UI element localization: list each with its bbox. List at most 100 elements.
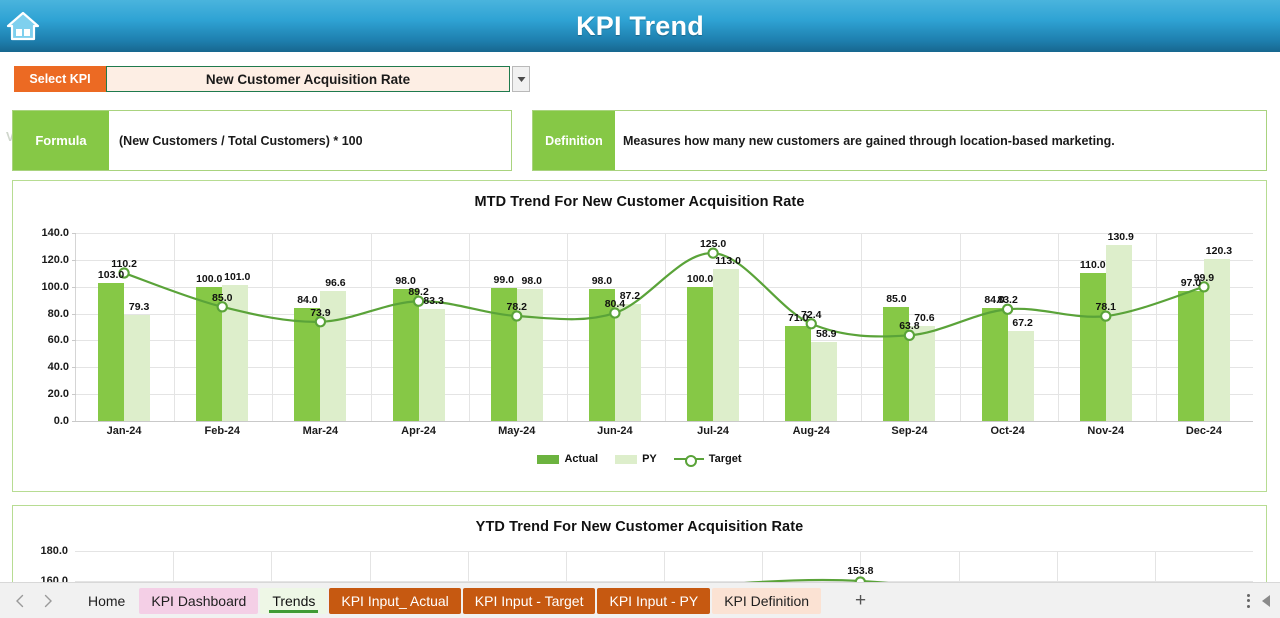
data-label-py: 67.2 (1012, 316, 1033, 329)
data-label-py: 98.0 (521, 275, 542, 288)
data-label-actual: 99.0 (493, 274, 514, 287)
data-label-actual: 110.0 (1079, 259, 1106, 272)
data-label-py: 96.6 (325, 277, 346, 290)
data-label-py: 120.3 (1205, 245, 1233, 258)
y-axis-tick-mark (72, 421, 76, 422)
data-label-target: 99.9 (1193, 271, 1215, 284)
select-kpi-control[interactable]: Select KPI New Customer Acquisition Rate (14, 66, 510, 92)
select-kpi-label: Select KPI (14, 66, 106, 92)
sheet-nav-arrows (14, 594, 54, 608)
data-label-target: 110.2 (111, 258, 137, 271)
y-axis-tick-label: 180.0 (40, 545, 68, 557)
x-axis-tick-label: Sep-24 (891, 425, 928, 437)
sheet-tab-kpi-input-py[interactable]: KPI Input - PY (597, 587, 711, 614)
data-label-py: 101.0 (224, 271, 251, 284)
mtd-chart-panel[interactable]: MTD Trend For New Customer Acquisition R… (12, 180, 1267, 492)
data-label-target: 73.9 (310, 306, 331, 319)
data-label-actual: 100.0 (196, 272, 223, 285)
ytd-chart-title: YTD Trend For New Customer Acquisition R… (475, 519, 804, 535)
tab-bar-right-controls (1247, 593, 1280, 608)
data-label-actual: 98.0 (591, 275, 613, 288)
x-axis-tick-label: Aug-24 (792, 425, 830, 437)
data-label-py: 130.9 (1107, 231, 1134, 244)
x-axis-tick-label: Jun-24 (597, 425, 633, 437)
y-axis-tick-label: 100.0 (41, 280, 69, 293)
formula-label: Formula (13, 111, 109, 170)
legend-swatch-actual (537, 454, 560, 464)
legend-item[interactable]: Target (673, 453, 742, 467)
add-sheet-button[interactable]: + (845, 591, 876, 610)
formula-value: (New Customers / Total Customers) * 100 (109, 111, 511, 170)
chevron-left-icon[interactable] (14, 594, 26, 608)
sheet-tab-kpi-dashboard[interactable]: KPI Dashboard (139, 587, 259, 614)
chevron-down-icon (517, 76, 525, 82)
mtd-chart-title: MTD Trend For New Customer Acquisition R… (474, 194, 805, 210)
kebab-menu-icon[interactable] (1247, 593, 1250, 608)
mtd-legend[interactable]: Actual PY Target (13, 453, 1266, 467)
y-axis-tick-label: 20.0 (47, 388, 69, 401)
data-label-actual: 85.0 (886, 292, 907, 305)
select-kpi-input[interactable]: New Customer Acquisition Rate (106, 66, 510, 92)
sheet-tab-kpi-definition[interactable]: KPI Definition (712, 587, 822, 614)
gridline (76, 421, 1253, 422)
home-button[interactable] (3, 3, 43, 49)
data-label-target: 78.1 (1095, 301, 1116, 314)
data-label-target: 85.0 (212, 291, 233, 304)
mtd-data-labels-layer: 103.0 79.3 110.2 100.0 101.0 85.0 84.0 96.6 73.9… (75, 231, 1253, 421)
y-axis-tick-label: 0.0 (53, 415, 69, 427)
y-axis-tick-label: 120.0 (41, 253, 69, 266)
legend-swatch-py (615, 454, 638, 464)
mtd-x-axis: Jan-24 Feb-24 Mar-24 Apr-24 May-24 Jun-24 Jul-… (75, 425, 1253, 443)
x-axis-tick-label: Mar-24 (302, 425, 339, 437)
ytd-chart-panel[interactable]: YTD Trend For New Customer Acquisition R… (12, 505, 1267, 585)
sheet-tab-kpi-input-actual[interactable]: KPI Input_ Actual (329, 587, 461, 614)
scroll-left-icon[interactable] (1262, 594, 1270, 607)
data-label-py: 79.3 (128, 300, 150, 313)
chevron-right-icon[interactable] (42, 594, 54, 608)
x-axis-tick-label: Dec-24 (1185, 425, 1222, 437)
data-label-actual: 84.0 (297, 294, 318, 307)
data-label-target: 78.2 (506, 300, 527, 313)
x-axis-tick-label: Feb-24 (204, 425, 240, 437)
data-label-target: 72.4 (801, 308, 822, 321)
data-label-actual: 100.0 (686, 272, 714, 285)
data-label-py: 58.9 (816, 327, 837, 340)
sheet-tab-kpi-input-target[interactable]: KPI Input - Target (462, 587, 596, 614)
definition-field: Definition Measures how many new custome… (532, 110, 1267, 171)
legend-item[interactable]: PY (615, 453, 657, 465)
data-label-target: 89.2 (408, 286, 429, 299)
y-axis-tick-label: 40.0 (47, 361, 69, 374)
legend-label: Target (708, 453, 742, 465)
home-icon (6, 11, 40, 41)
sheet-tab-list: Home KPI Dashboard Trends KPI Input_ Actual… (76, 587, 823, 614)
select-kpi-dropdown-button[interactable] (512, 66, 530, 92)
data-label-target: 83.2 (997, 294, 1018, 307)
legend-label: PY (642, 453, 657, 465)
legend-item[interactable]: Actual (537, 453, 598, 465)
legend-label: Actual (564, 453, 599, 465)
data-label-py: 113.0 (715, 255, 741, 268)
definition-value: Measures how many new customers are gain… (615, 111, 1266, 170)
page-title: KPI Trend (576, 10, 704, 41)
kpi-trend-app: KPI Trend Select KPI New Customer Acquis… (0, 0, 1280, 618)
formula-field: Formula (New Customers / Total Customers… (12, 110, 512, 171)
x-axis-tick-label: Nov-24 (1087, 425, 1125, 437)
x-axis-tick-label: Oct-24 (990, 425, 1025, 437)
app-header: KPI Trend (0, 0, 1280, 52)
x-axis-tick-label: Apr-24 (401, 425, 436, 437)
y-axis-tick-label: 60.0 (47, 334, 69, 347)
sheet-tab-bar: Home KPI Dashboard Trends KPI Input_ Actual… (0, 582, 1280, 618)
y-axis-tick-label: 80.0 (47, 307, 69, 320)
ytd-plot-area: 180.0160.0126.0153.8 (40, 545, 1253, 584)
x-axis-tick-label: May-24 (498, 425, 536, 437)
x-axis-tick-label: Jul-24 (697, 425, 729, 437)
sheet-tab-home[interactable]: Home (76, 588, 137, 614)
y-axis-tick-label: 140.0 (41, 227, 69, 239)
legend-swatch-target (673, 454, 704, 467)
kpi-selector-row: Select KPI New Customer Acquisition Rate… (0, 60, 1280, 148)
data-label-actual: 103.0 (97, 268, 125, 281)
data-label-target: 80.4 (604, 298, 626, 311)
mtd-plot-area: 0.0 20.0 40.0 60.0 80.0 100.0 120.0 140.0 103.0… (41, 227, 1253, 427)
data-label-target: 125.0 (699, 238, 727, 251)
sheet-tab-trends[interactable]: Trends (260, 587, 328, 614)
